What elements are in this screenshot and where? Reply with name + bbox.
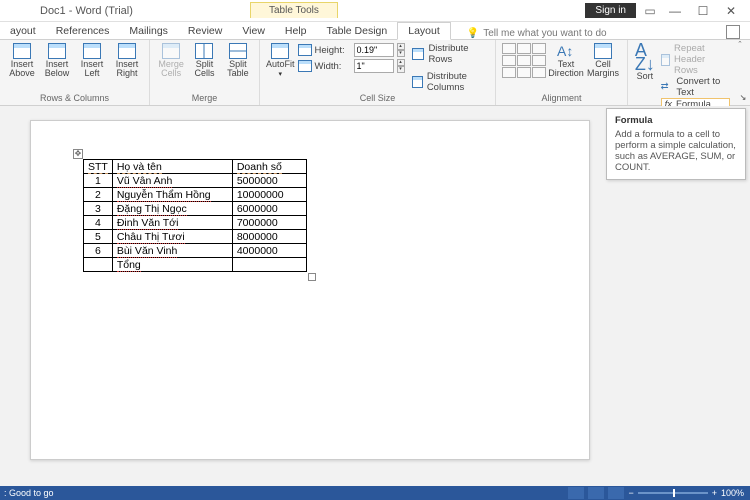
- group-label-cell-size: Cell Size: [266, 93, 489, 103]
- repeat-rows-icon: [661, 54, 670, 66]
- group-label-alignment: Alignment: [502, 93, 621, 103]
- status-text: : Good to go: [0, 488, 54, 498]
- cell-margins-icon: [594, 43, 612, 59]
- tell-me-placeholder: Tell me what you want to do: [483, 28, 606, 39]
- tab-table-design[interactable]: Table Design: [317, 23, 398, 39]
- height-input[interactable]: [354, 43, 394, 57]
- page[interactable]: ✥ STTHọ và tênDoanh số1Vũ Vân Anh5000000…: [30, 120, 590, 460]
- distribute-cols-button[interactable]: Distribute Columns: [412, 71, 489, 93]
- sort-icon: AZ↓: [635, 43, 655, 71]
- table-move-handle[interactable]: ✥: [73, 149, 83, 159]
- text-direction-icon: A↕: [557, 43, 575, 59]
- insert-left-button[interactable]: Insert Left: [76, 43, 108, 79]
- view-mode-print-icon[interactable]: [588, 487, 604, 499]
- dist-cols-icon: [412, 76, 423, 88]
- convert-to-text-button[interactable]: ⇄Convert to Text: [661, 76, 730, 98]
- tab-mailings[interactable]: Mailings: [119, 23, 178, 39]
- cell-margins-button[interactable]: Cell Margins: [586, 43, 620, 79]
- tab-page-layout[interactable]: ayout: [0, 23, 46, 39]
- tab-references[interactable]: References: [46, 23, 120, 39]
- width-icon: [298, 60, 312, 72]
- text-direction-button[interactable]: A↕Text Direction: [549, 43, 583, 79]
- sign-in-button[interactable]: Sign in: [585, 3, 636, 18]
- insert-right-button[interactable]: Insert Right: [111, 43, 143, 79]
- split-cells-icon: [195, 43, 213, 59]
- insert-below-button[interactable]: Insert Below: [41, 43, 73, 79]
- height-icon: [298, 44, 312, 56]
- zoom-value[interactable]: 100%: [721, 488, 744, 498]
- ribbon-tabs: ayout References Mailings Review View He…: [0, 22, 750, 40]
- zoom-in-icon[interactable]: +: [712, 488, 717, 498]
- table-resize-handle[interactable]: [308, 273, 316, 281]
- group-label-rows-columns: Rows & Columns: [6, 93, 143, 103]
- merge-cells-button: Merge Cells: [156, 43, 186, 79]
- tab-review[interactable]: Review: [178, 23, 232, 39]
- status-bar: : Good to go − + 100%: [0, 486, 750, 500]
- tab-help[interactable]: Help: [275, 23, 317, 39]
- tooltip-title: Formula: [615, 115, 737, 126]
- autofit-button[interactable]: AutoFit▾: [266, 43, 295, 78]
- zoom-out-icon[interactable]: −: [628, 488, 633, 498]
- tab-table-layout[interactable]: Layout: [397, 22, 451, 40]
- table-icon: [83, 43, 101, 59]
- tab-view[interactable]: View: [232, 23, 275, 39]
- share-icon[interactable]: [726, 25, 740, 39]
- sort-button[interactable]: AZ↓Sort: [634, 43, 656, 81]
- context-tab-label: Table Tools: [250, 2, 338, 18]
- split-table-icon: [229, 43, 247, 59]
- close-icon[interactable]: ✕: [720, 2, 742, 20]
- alignment-grid[interactable]: [502, 43, 546, 78]
- dist-rows-icon: [412, 48, 425, 60]
- width-spinner[interactable]: ▴▾: [397, 59, 405, 73]
- doc-title: Doc1 - Word (Trial): [40, 5, 133, 17]
- view-mode-web-icon[interactable]: [608, 487, 624, 499]
- formula-tooltip: Formula Add a formula to a cell to perfo…: [606, 108, 746, 180]
- table-icon: [13, 43, 31, 59]
- tooltip-body: Add a formula to a cell to perform a sim…: [615, 129, 737, 173]
- convert-icon: ⇄: [661, 81, 673, 93]
- width-input[interactable]: [354, 59, 394, 73]
- group-label-merge: Merge: [156, 93, 253, 103]
- zoom-slider[interactable]: [638, 492, 708, 494]
- height-label: Height:: [315, 45, 351, 56]
- ribbon-options-icon[interactable]: ▭: [642, 3, 658, 19]
- height-spinner[interactable]: ▴▾: [397, 43, 405, 57]
- table-icon: [48, 43, 66, 59]
- split-cells-button[interactable]: Split Cells: [189, 43, 219, 79]
- insert-above-button[interactable]: Insert Above: [6, 43, 38, 79]
- repeat-header-rows-button: Repeat Header Rows: [661, 43, 730, 76]
- table-icon: [162, 43, 180, 59]
- view-mode-read-icon[interactable]: [568, 487, 584, 499]
- ribbon: Insert Above Insert Below Insert Left In…: [0, 40, 750, 106]
- bulb-icon: 💡: [467, 28, 479, 39]
- width-label: Width:: [315, 61, 351, 72]
- tell-me-input[interactable]: 💡 Tell me what you want to do: [467, 28, 607, 39]
- minimize-icon[interactable]: —: [664, 2, 686, 20]
- maximize-icon[interactable]: ☐: [692, 2, 714, 20]
- dialog-launcher-icon[interactable]: ↘: [738, 93, 748, 103]
- autofit-icon: [271, 43, 289, 59]
- distribute-rows-button[interactable]: Distribute Rows: [412, 43, 489, 65]
- document-table[interactable]: STTHọ và tênDoanh số1Vũ Vân Anh50000002N…: [83, 159, 307, 272]
- split-table-button[interactable]: Split Table: [223, 43, 253, 79]
- table-icon: [118, 43, 136, 59]
